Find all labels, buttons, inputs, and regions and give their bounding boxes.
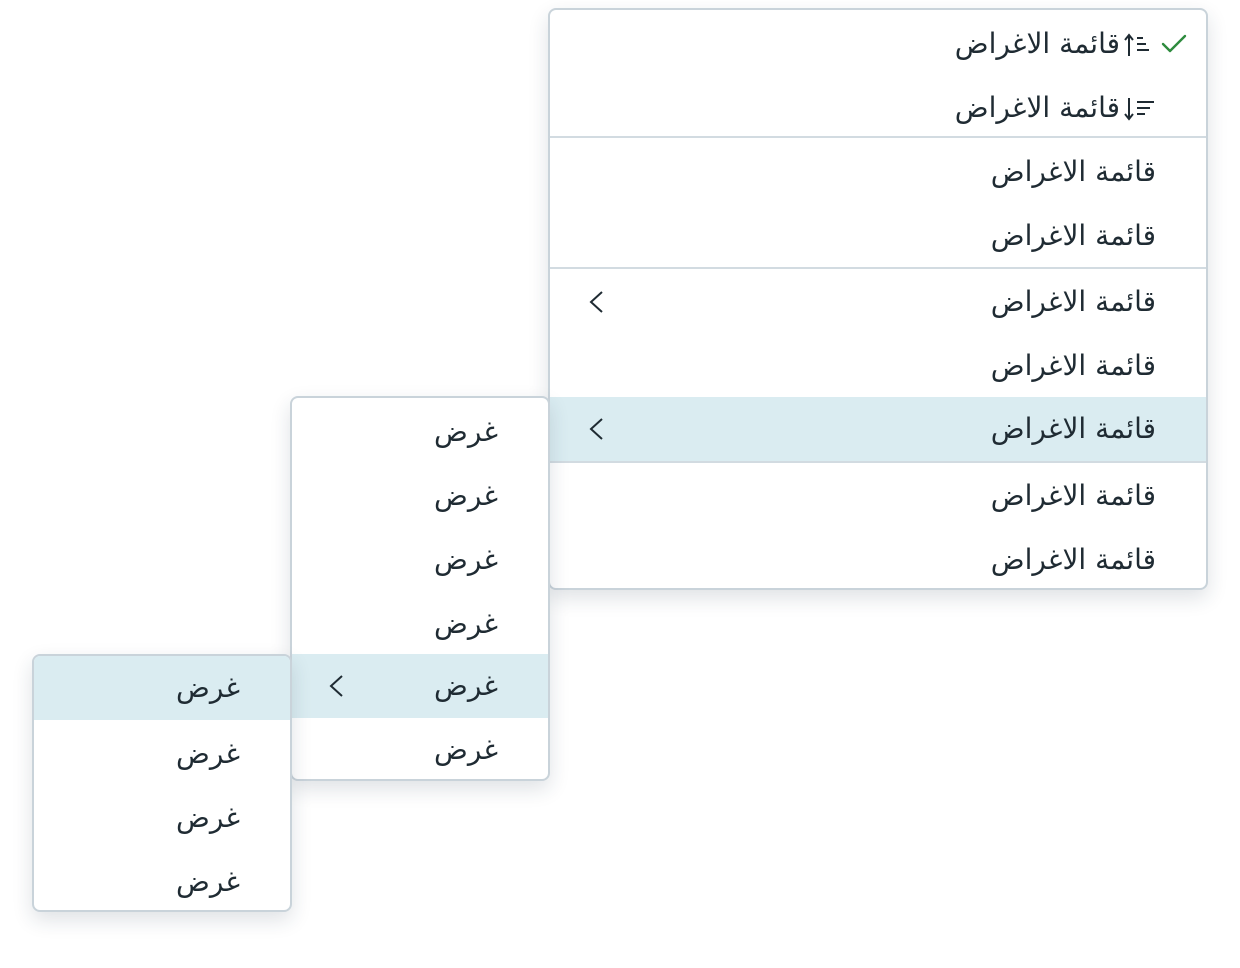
menu-item[interactable]: قائمة الاغراض xyxy=(550,528,1206,588)
menu-item[interactable]: قائمة الاغراض xyxy=(550,464,1206,528)
context-menu: قائمة الاغراض قائمة الاغراض قائمة الاغرا… xyxy=(548,8,1208,590)
submenu-item[interactable]: غرض xyxy=(292,592,548,656)
submenu-item-with-submenu-active[interactable]: غرض xyxy=(292,654,548,718)
menu-divider xyxy=(550,267,1206,269)
menu-item-label: قائمة الاغراض xyxy=(990,349,1156,382)
menu-item[interactable]: قائمة الاغراض xyxy=(550,334,1206,398)
chevron-left-icon xyxy=(329,675,343,697)
submenu-item-label: غرض xyxy=(176,865,240,898)
submenu-level-1: غرض غرض غرض غرض غرض غرض xyxy=(290,396,550,781)
submenu-item[interactable]: غرض xyxy=(34,786,290,850)
menu-item-sort-descending[interactable]: قائمة الاغراض xyxy=(550,76,1206,140)
submenu-item[interactable]: غرض xyxy=(292,464,548,528)
submenu-item-label: غرض xyxy=(176,801,240,834)
menu-item-label: قائمة الاغراض xyxy=(990,543,1156,576)
menu-item-label: قائمة الاغراض xyxy=(954,27,1120,60)
submenu-item[interactable]: غرض xyxy=(34,850,290,910)
chevron-left-icon xyxy=(589,291,603,313)
submenu-item-label: غرض xyxy=(434,479,498,512)
submenu-item-label: غرض xyxy=(434,415,498,448)
menu-divider xyxy=(550,461,1206,463)
submenu-item-label: غرض xyxy=(176,671,240,704)
menu-item-label: قائمة الاغراض xyxy=(990,219,1156,252)
menu-item-label: قائمة الاغراض xyxy=(990,479,1156,512)
submenu-item-label: غرض xyxy=(434,669,498,702)
menu-item-with-submenu[interactable]: قائمة الاغراض xyxy=(550,270,1206,334)
submenu-item-label: غرض xyxy=(434,543,498,576)
menu-item[interactable]: قائمة الاغراض xyxy=(550,204,1206,268)
menu-item-with-submenu-active[interactable]: قائمة الاغراض xyxy=(550,397,1206,461)
menu-item-label: قائمة الاغراض xyxy=(990,155,1156,188)
sort-descending-icon xyxy=(1124,98,1154,121)
menu-item-sort-ascending[interactable]: قائمة الاغراض xyxy=(550,12,1206,76)
menu-item-label: قائمة الاغراض xyxy=(990,412,1156,445)
submenu-item[interactable]: غرض xyxy=(292,718,548,779)
menu-item[interactable]: قائمة الاغراض xyxy=(550,140,1206,204)
submenu-item[interactable]: غرض xyxy=(292,400,548,464)
chevron-left-icon xyxy=(589,418,603,440)
menu-item-label: قائمة الاغراض xyxy=(990,285,1156,318)
submenu-item[interactable]: غرض xyxy=(292,528,548,592)
menu-divider xyxy=(550,136,1206,138)
check-icon xyxy=(1161,34,1187,53)
submenu-item-label: غرض xyxy=(434,607,498,640)
submenu-item-active[interactable]: غرض xyxy=(34,656,290,720)
menu-item-label: قائمة الاغراض xyxy=(954,91,1120,124)
submenu-item-label: غرض xyxy=(176,737,240,770)
submenu-item[interactable]: غرض xyxy=(34,722,290,786)
sort-ascending-icon xyxy=(1124,33,1149,56)
submenu-level-2: غرض غرض غرض غرض xyxy=(32,654,292,912)
submenu-item-label: غرض xyxy=(434,733,498,766)
